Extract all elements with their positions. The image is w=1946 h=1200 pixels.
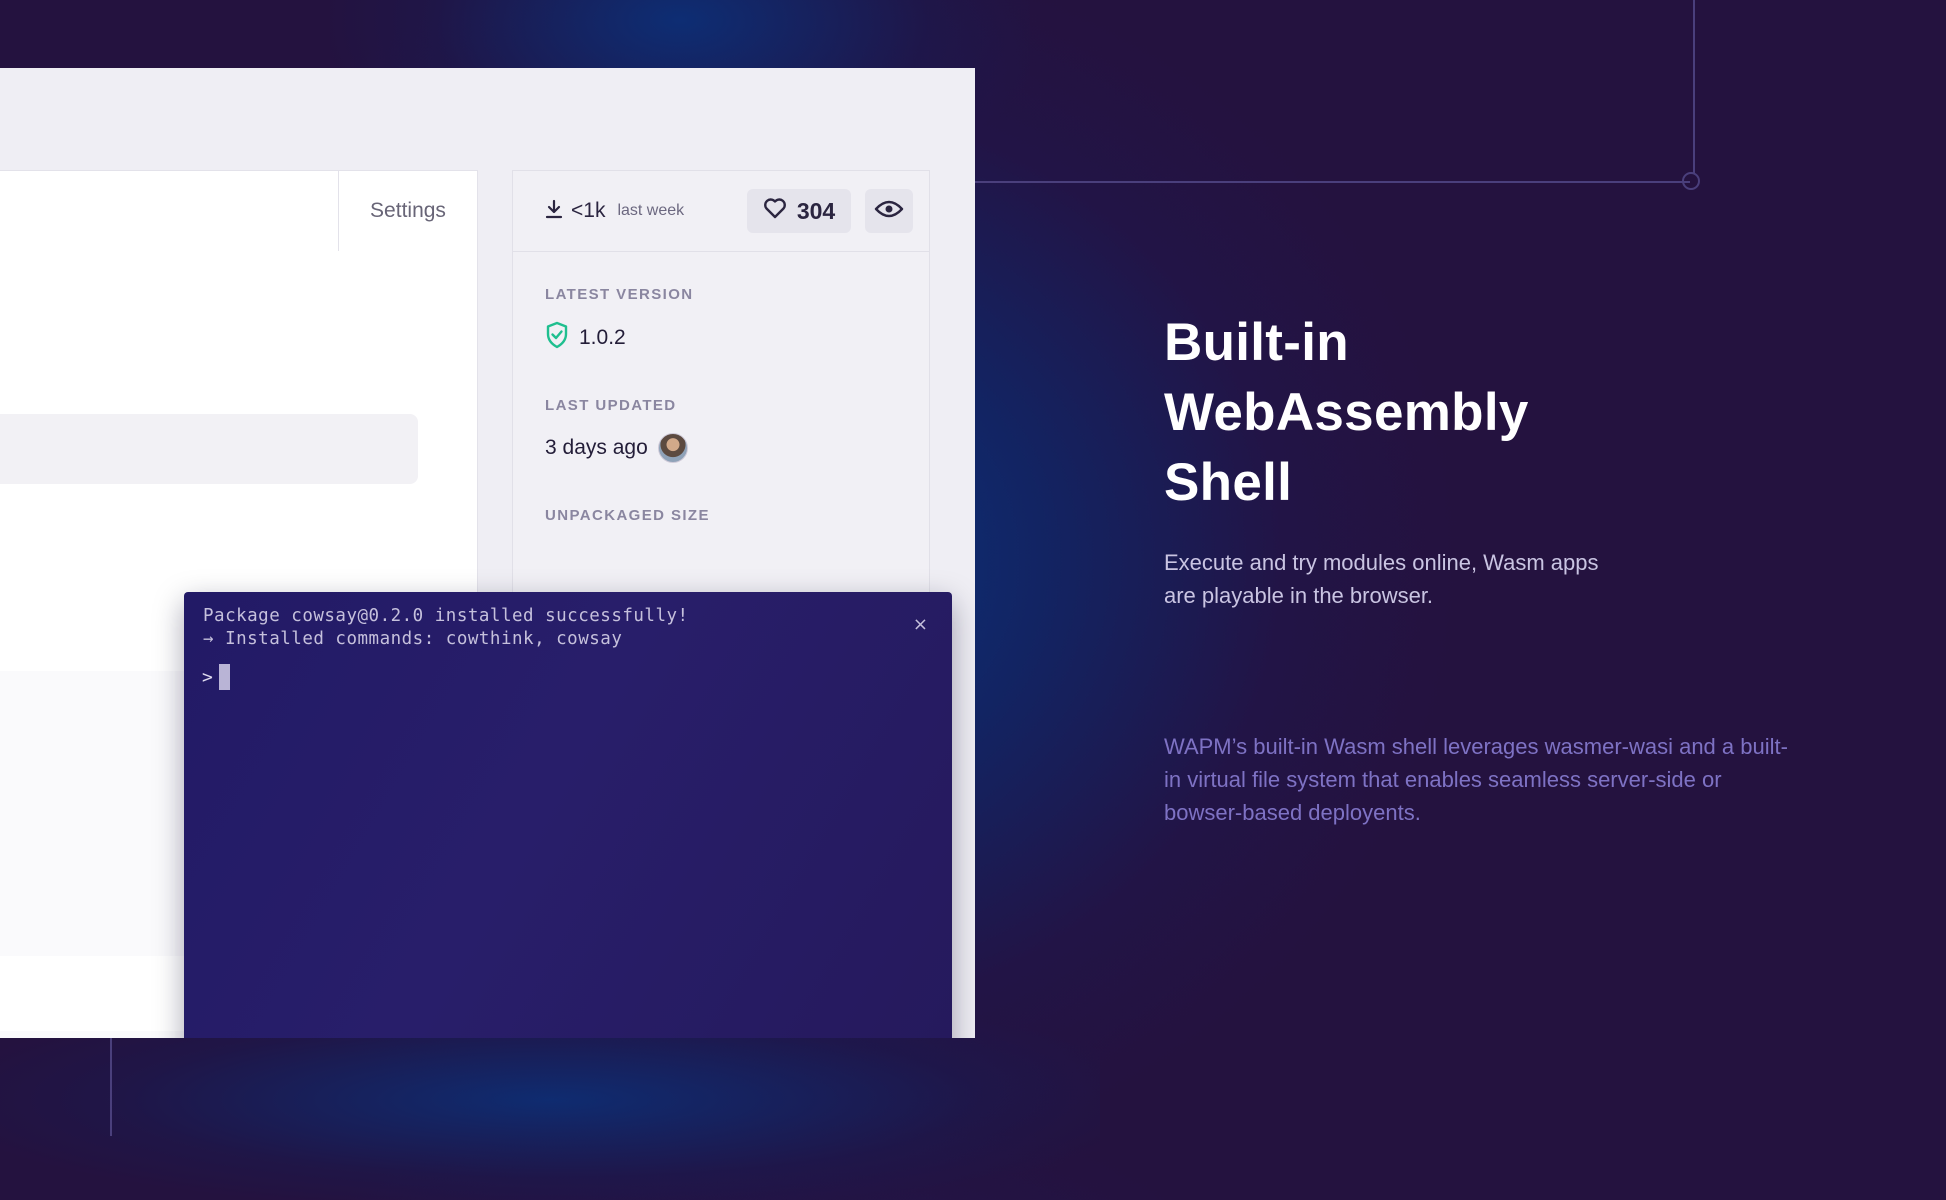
decor-line-horizontal [975, 181, 1690, 183]
package-tabs-bar: Settings [0, 170, 477, 252]
hero-title-line-2: WebAssembly [1164, 383, 1529, 442]
hero-note: WAPM’s built-in Wasm shell leverages was… [1164, 734, 1788, 825]
hero-title-line-1: Built-in [1164, 313, 1349, 372]
unpackaged-size-label: UNPACKAGED SIZE [545, 507, 710, 524]
package-page-window: Settings <1k last week 304 LATEST VERSIO… [0, 68, 975, 1038]
downloads-count: <1k [571, 199, 606, 222]
decor-line-vertical-left [110, 1038, 112, 1136]
decor-circle [1682, 172, 1700, 190]
hero-title: Built-in WebAssembly Shell [1164, 308, 1664, 518]
downloads-period: last week [617, 202, 685, 219]
wasm-shell-terminal[interactable]: Package cowsay@0.2.0 installed successfu… [184, 592, 952, 1038]
watch-button[interactable] [865, 189, 913, 233]
tab-settings-label: Settings [370, 199, 446, 222]
likes-count: 304 [796, 197, 836, 224]
like-button[interactable]: 304 [747, 189, 851, 233]
avatar[interactable] [657, 433, 688, 463]
hero-title-line-3: Shell [1164, 453, 1293, 512]
terminal-cursor [218, 664, 230, 690]
decor-line-vertical-right [1693, 0, 1695, 173]
terminal-output-line-1: Package cowsay@0.2.0 installed successfu… [203, 606, 689, 626]
latest-version-value: 1.0.2 [579, 326, 626, 349]
last-updated-value-row: 3 days ago [545, 433, 688, 463]
install-command-box[interactable] [0, 414, 418, 484]
eye-icon [874, 199, 904, 224]
downloads-stat: <1k last week [545, 193, 684, 229]
last-updated-value: 3 days ago [545, 436, 648, 459]
terminal-prompt[interactable]: > [202, 664, 230, 690]
terminal-output-line-2: → Installed commands: cowthink, cowsay [203, 629, 623, 649]
prompt-symbol: > [202, 666, 213, 688]
package-stats-row: <1k last week 304 [513, 171, 929, 252]
latest-version-value-row: 1.0.2 [545, 321, 626, 355]
tab-settings[interactable]: Settings [338, 171, 477, 251]
heart-icon [763, 197, 787, 225]
latest-version-label: LATEST VERSION [545, 286, 694, 303]
last-updated-label: LAST UPDATED [545, 397, 677, 414]
hero-description: Execute and try modules online, Wasm app… [1164, 550, 1599, 608]
close-icon[interactable]: × [913, 614, 928, 635]
shield-check-icon [545, 321, 569, 355]
download-icon [545, 199, 563, 224]
